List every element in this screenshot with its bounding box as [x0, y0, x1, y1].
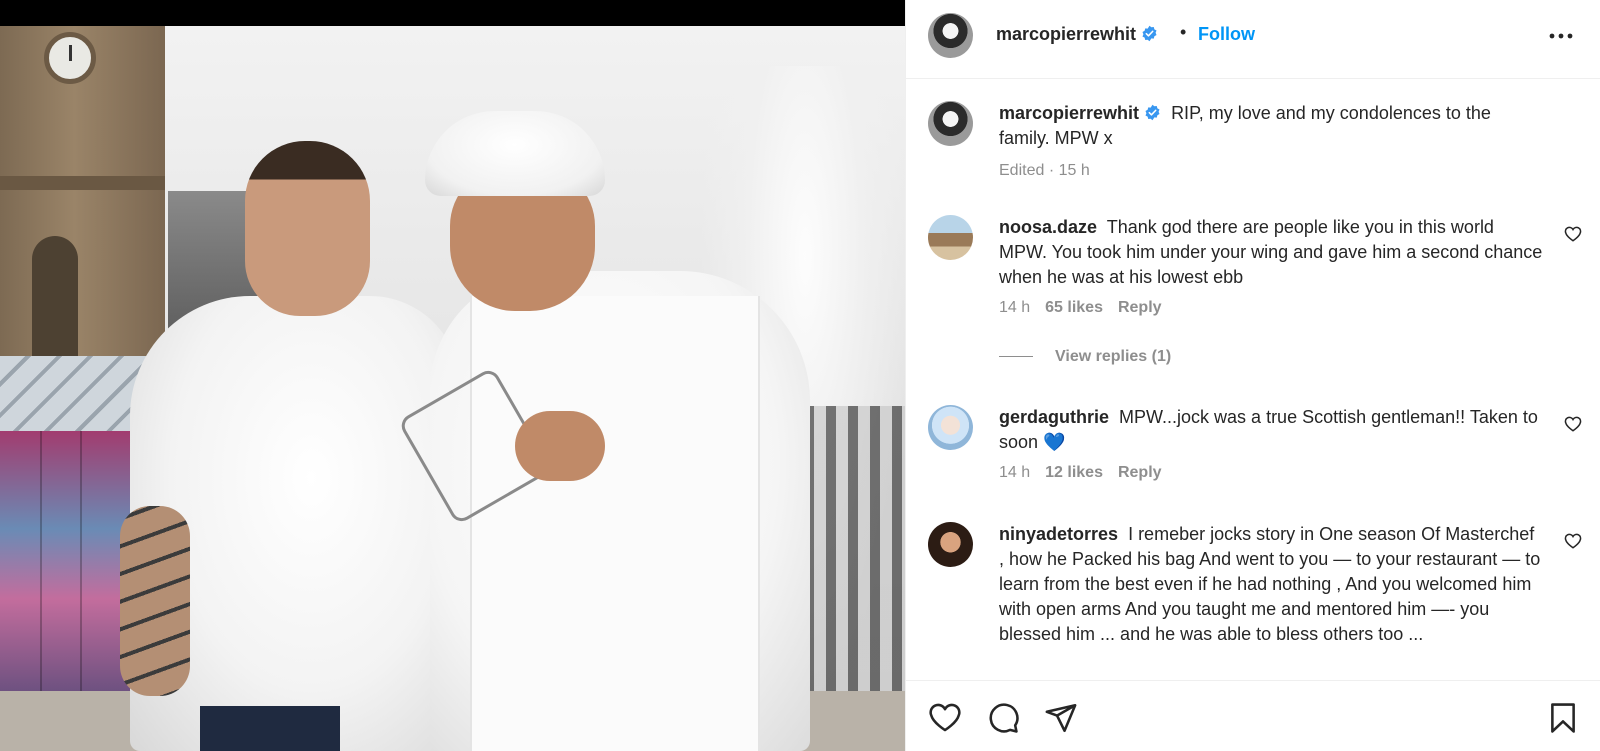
- comment-like-heart-icon[interactable]: [1564, 415, 1582, 433]
- caption-username-text[interactable]: marcopierrewhit: [999, 103, 1139, 123]
- chef-left-tattooed-arm: [120, 506, 190, 696]
- author-username[interactable]: marcopierrewhit: [996, 24, 1158, 45]
- chef-left-head: [245, 141, 370, 316]
- clock-tower: [0, 26, 165, 386]
- heart-icon[interactable]: [928, 701, 962, 735]
- replies-line: [999, 356, 1033, 358]
- comments-list[interactable]: marcopierrewhit RIP, my love and my cond…: [906, 80, 1600, 680]
- comment-time[interactable]: 14 h: [999, 464, 1030, 481]
- verified-badge-icon: [1142, 25, 1157, 42]
- commenter-avatar[interactable]: [928, 405, 973, 450]
- comment-likes[interactable]: 65 likes: [1045, 299, 1103, 316]
- commenter-username[interactable]: noosa.daze: [999, 217, 1097, 237]
- tower-window: [32, 236, 78, 356]
- view-replies-label[interactable]: View replies (1): [1055, 348, 1171, 365]
- commenter-avatar[interactable]: [928, 215, 973, 260]
- commenter-avatar[interactable]: [928, 522, 973, 567]
- author-username-text[interactable]: marcopierrewhit: [996, 24, 1136, 44]
- comment-like-heart-icon[interactable]: [1564, 532, 1582, 550]
- follow-button[interactable]: Follow: [1198, 24, 1255, 45]
- comment-text-block: ninyadetorres I remeber jocks story in O…: [999, 522, 1544, 647]
- bookmark-icon[interactable]: [1546, 701, 1580, 735]
- tower-ledge: [0, 176, 165, 190]
- chef-right-hand: [515, 411, 605, 481]
- chef-left-trousers: [200, 706, 340, 751]
- reply-button[interactable]: Reply: [1118, 299, 1162, 316]
- author-avatar[interactable]: [928, 13, 973, 58]
- post-header: marcopierrewhit • Follow: [906, 0, 1600, 79]
- view-replies-button[interactable]: View replies (1): [999, 348, 1171, 366]
- post-photo[interactable]: [0, 26, 905, 751]
- tower-clock: [44, 32, 96, 84]
- comment-bubble-icon[interactable]: [986, 701, 1020, 735]
- comment-likes[interactable]: 12 likes: [1045, 464, 1103, 481]
- comment-meta: 14 h 12 likes Reply: [999, 464, 1177, 482]
- paper-plane-icon[interactable]: [1044, 701, 1078, 735]
- post-sidebar: marcopierrewhit • Follow marcopierrewhit…: [905, 0, 1600, 751]
- more-options-icon[interactable]: [1546, 24, 1576, 48]
- comment-like-heart-icon[interactable]: [1564, 225, 1582, 243]
- comment-meta: 14 h 65 likes Reply: [999, 299, 1177, 317]
- commenter-username[interactable]: gerdaguthrie: [999, 407, 1109, 427]
- verified-badge-icon: [1145, 104, 1160, 121]
- post-media-panel[interactable]: [0, 0, 905, 751]
- separator-dot: •: [1180, 22, 1187, 42]
- caption-username[interactable]: marcopierrewhit: [999, 103, 1161, 123]
- caption-meta: Edited · 15 h: [999, 162, 1090, 179]
- comment-time[interactable]: 14 h: [999, 299, 1030, 316]
- chef-hat: [425, 111, 605, 196]
- post-actions-bar: [906, 680, 1600, 751]
- reply-button[interactable]: Reply: [1118, 464, 1162, 481]
- caption-text-block: marcopierrewhit RIP, my love and my cond…: [999, 101, 1544, 151]
- chef-right-apron: [470, 296, 760, 751]
- caption-author-avatar[interactable]: [928, 101, 973, 146]
- comment-text-block: noosa.daze Thank god there are people li…: [999, 215, 1544, 290]
- commenter-username[interactable]: ninyadetorres: [999, 524, 1118, 544]
- comment-text-block: gerdaguthrie MPW...jock was a true Scott…: [999, 405, 1544, 455]
